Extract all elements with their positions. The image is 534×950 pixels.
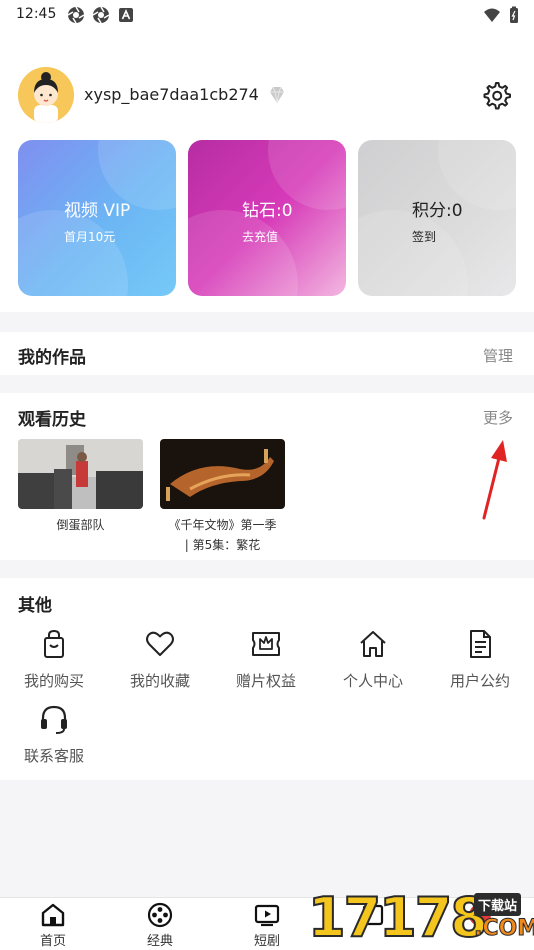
avatar-illustration <box>18 67 74 123</box>
personal-center-item[interactable]: 个人中心 <box>323 628 423 691</box>
my-favorites-label: 我的收藏 <box>129 672 190 690</box>
aperture-icon <box>92 6 110 24</box>
diamond-icon <box>270 86 284 104</box>
points-card-title: 积分:0 <box>412 201 463 221</box>
history-item-1-title: 倒蛋部队 <box>56 518 105 532</box>
watermark-number: 17178 <box>307 885 489 950</box>
watch-history-title: 观看历史 <box>18 410 86 430</box>
history-thumbnail-image <box>18 439 143 509</box>
wifi-icon <box>484 8 500 22</box>
heart-icon <box>146 631 174 656</box>
tab-classic[interactable]: 经典 <box>130 902 190 949</box>
points-card-subtitle: 签到 <box>412 230 437 244</box>
customer-service-item[interactable]: 联系客服 <box>4 703 104 766</box>
more-link[interactable]: 更多 <box>483 407 513 428</box>
aperture-icon <box>67 6 85 24</box>
status-bar: 12:45 <box>0 0 534 30</box>
manage-link[interactable]: 管理 <box>483 345 513 366</box>
history-thumbnail-2[interactable] <box>160 439 285 509</box>
annotation-arrow-icon <box>482 440 507 520</box>
points-card[interactable]: 积分:0 签到 <box>358 140 516 296</box>
customer-service-label: 联系客服 <box>23 747 84 765</box>
status-time: 12:45 <box>16 6 57 22</box>
vip-card-subtitle: 首月10元 <box>64 230 116 244</box>
watermark-domain: .COM <box>473 916 534 942</box>
shopping-bag-icon <box>44 629 64 658</box>
vip-card[interactable]: 视频 VIP 首月10元 <box>18 140 176 296</box>
diamond-card-subtitle: 去充值 <box>242 230 279 244</box>
diamond-card-title: 钻石:0 <box>242 201 293 221</box>
crown-ticket-icon <box>252 632 280 656</box>
my-favorites-item[interactable]: 我的收藏 <box>110 628 210 691</box>
diamond-card[interactable]: 钻石:0 去充值 <box>188 140 346 296</box>
tab-short-drama[interactable]: 短剧 <box>237 902 297 949</box>
my-purchases-item[interactable]: 我的购买 <box>4 628 104 691</box>
watermark-badge: 下载站 <box>474 893 522 916</box>
tab-home[interactable]: 首页 <box>23 902 83 949</box>
gift-rights-item[interactable]: 赠片权益 <box>216 628 316 691</box>
battery-icon <box>510 6 518 23</box>
my-works-section: 我的作品 管理 <box>0 332 534 375</box>
film-reel-icon <box>147 902 173 928</box>
username: xysp_bae7daa1cb274 <box>84 85 259 104</box>
history-item-2-title: 《千年文物》第一季 | 第5集：繁花 <box>168 518 277 552</box>
my-works-title: 我的作品 <box>18 348 86 368</box>
gift-rights-label: 赠片权益 <box>235 672 296 690</box>
vip-card-title: 视频 VIP <box>64 201 131 221</box>
history-thumbnail-image <box>160 439 285 509</box>
my-purchases-label: 我的购买 <box>23 672 84 690</box>
gear-icon[interactable] <box>481 80 511 110</box>
others-title: 其他 <box>18 596 52 616</box>
app-a-icon <box>119 8 133 22</box>
user-agreement-item[interactable]: 用户公约 <box>430 628 530 691</box>
tab-short-drama-label: 短剧 <box>253 934 280 949</box>
tab-classic-label: 经典 <box>146 934 173 949</box>
avatar[interactable] <box>18 67 74 123</box>
user-agreement-label: 用户公约 <box>449 672 510 690</box>
play-screen-icon <box>254 904 280 927</box>
history-thumbnail-1[interactable] <box>18 439 143 509</box>
home-icon <box>360 631 386 657</box>
tab-home-label: 首页 <box>39 934 66 949</box>
home-icon <box>41 903 65 927</box>
document-icon <box>470 630 491 658</box>
headset-icon <box>41 705 67 734</box>
personal-center-label: 个人中心 <box>342 672 403 690</box>
